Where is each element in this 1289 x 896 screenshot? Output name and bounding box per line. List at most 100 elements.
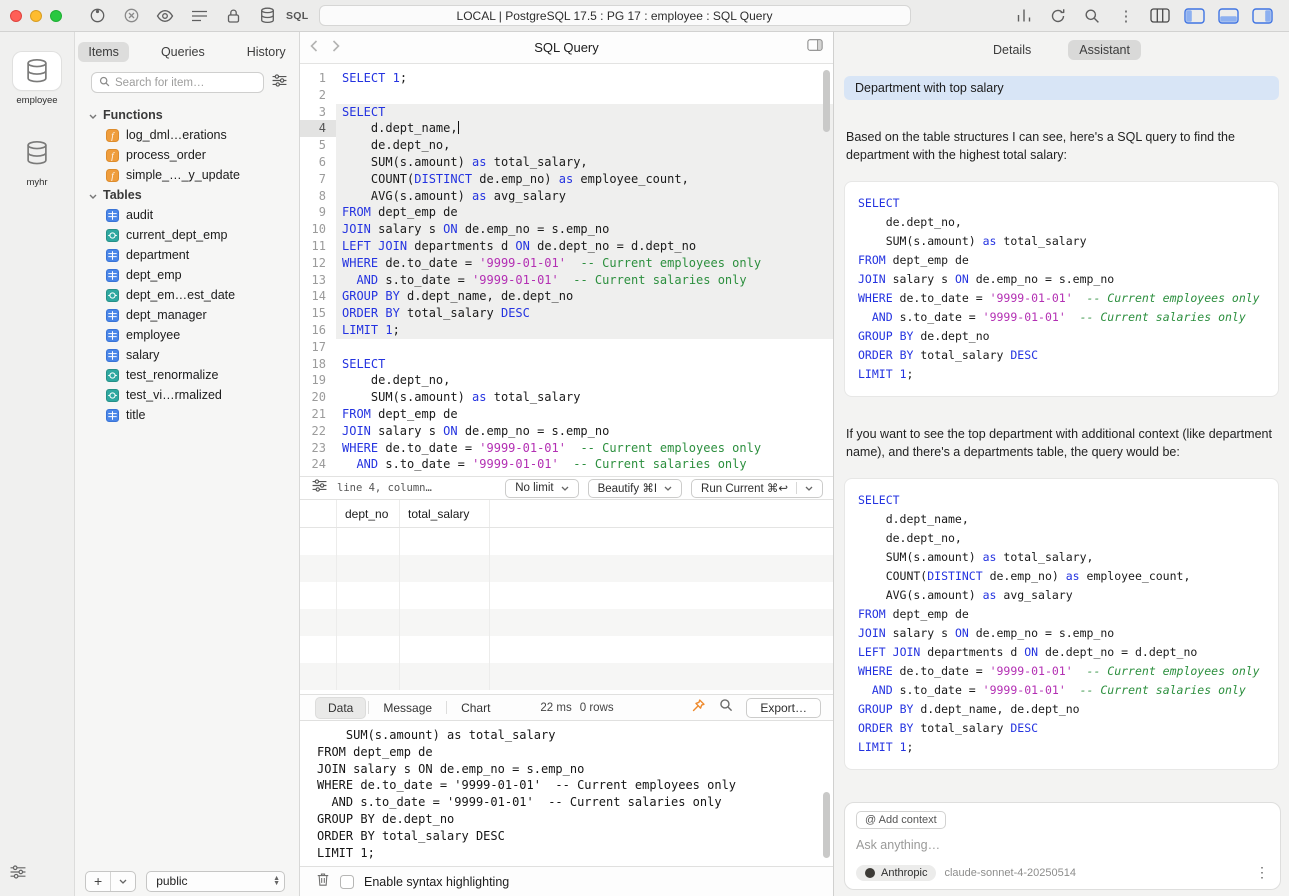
table-row[interactable] bbox=[300, 663, 833, 690]
statusbar-settings-icon[interactable] bbox=[312, 479, 327, 497]
panel-bottom-toggle-icon[interactable] bbox=[1211, 5, 1245, 27]
eye-icon[interactable] bbox=[148, 5, 182, 27]
code-line[interactable]: JOIN salary s ON de.emp_no = s.emp_no bbox=[336, 221, 833, 238]
panel-right-toggle-icon[interactable] bbox=[1245, 5, 1279, 27]
editor-code[interactable]: SELECT 1; SELECT d.dept_name, de.dept_no,… bbox=[336, 70, 833, 476]
code-line[interactable] bbox=[336, 339, 833, 356]
code-line[interactable]: de.dept_no, bbox=[336, 137, 833, 154]
editor-scrollbar[interactable] bbox=[823, 70, 830, 132]
tree-item-title[interactable]: title bbox=[75, 405, 299, 425]
code-line[interactable]: SUM(s.amount) as total_salary bbox=[336, 389, 833, 406]
more-icon[interactable]: ⋮ bbox=[1109, 5, 1143, 27]
enable-syntax-highlighting-checkbox[interactable] bbox=[340, 875, 354, 889]
search-field[interactable] bbox=[91, 72, 264, 93]
lock-icon[interactable] bbox=[216, 5, 250, 27]
code-line[interactable]: LIMIT 1; bbox=[336, 322, 833, 339]
tree-item-dept-manager[interactable]: dept_manager bbox=[75, 305, 299, 325]
code-line[interactable] bbox=[336, 87, 833, 104]
code-line[interactable]: SELECT bbox=[336, 356, 833, 373]
tree-item-test-vi-rmalized[interactable]: test_vi…rmalized bbox=[75, 385, 299, 405]
beautify-button[interactable]: Beautify ⌘I bbox=[588, 479, 682, 498]
table-row[interactable] bbox=[300, 582, 833, 609]
provider-select[interactable]: Anthropic bbox=[856, 865, 936, 881]
table-row[interactable] bbox=[300, 609, 833, 636]
limit-select[interactable]: No limit bbox=[505, 479, 578, 498]
code-line[interactable]: AND s.to_date = '9999-01-01' -- Current … bbox=[336, 456, 833, 473]
search-icon[interactable] bbox=[1075, 5, 1109, 27]
log-icon[interactable] bbox=[182, 5, 216, 27]
connection-status-icon[interactable] bbox=[80, 5, 114, 27]
database-icon[interactable] bbox=[250, 5, 284, 27]
tree-item-dept-em-est-date[interactable]: dept_em…est_date bbox=[75, 285, 299, 305]
column-header-dept-no[interactable]: dept_no bbox=[337, 500, 400, 527]
code-line[interactable]: GROUP BY d.dept_name, de.dept_no bbox=[336, 288, 833, 305]
table-row[interactable] bbox=[300, 528, 833, 555]
tree-item-salary[interactable]: salary bbox=[75, 345, 299, 365]
add-context-button[interactable]: @ Add context bbox=[856, 811, 946, 829]
message-scrollbar[interactable] bbox=[823, 792, 830, 858]
tree-item-audit[interactable]: audit bbox=[75, 205, 299, 225]
columns-layout-icon[interactable] bbox=[1143, 5, 1177, 27]
disconnect-icon[interactable] bbox=[114, 5, 148, 27]
split-panel-icon[interactable] bbox=[807, 38, 823, 57]
code-line[interactable]: SELECT bbox=[336, 104, 833, 121]
code-line[interactable]: JOIN salary s ON de.emp_no = s.emp_no bbox=[336, 423, 833, 440]
panel-left-toggle-icon[interactable] bbox=[1177, 5, 1211, 27]
zoom-button[interactable] bbox=[50, 10, 62, 22]
tree-item-department[interactable]: department bbox=[75, 245, 299, 265]
code-line[interactable]: FROM dept_emp de bbox=[336, 406, 833, 423]
search-results-icon[interactable] bbox=[719, 698, 733, 717]
schema-select[interactable]: public ▲▼ bbox=[146, 871, 285, 892]
forward-button[interactable] bbox=[332, 39, 340, 57]
tab-chart[interactable]: Chart bbox=[449, 698, 502, 718]
tree-section-tables[interactable]: Tables bbox=[75, 185, 299, 205]
tab-items[interactable]: Items bbox=[78, 42, 129, 62]
table-row[interactable] bbox=[300, 555, 833, 582]
code-line[interactable]: d.dept_name, bbox=[336, 120, 833, 137]
tab-assistant[interactable]: Assistant bbox=[1068, 40, 1141, 60]
code-line[interactable]: AVG(s.amount) as avg_salary bbox=[336, 188, 833, 205]
close-button[interactable] bbox=[10, 10, 22, 22]
run-current-button[interactable]: Run Current ⌘↩ bbox=[691, 479, 823, 498]
tree-item-employee[interactable]: employee bbox=[75, 325, 299, 345]
code-line[interactable]: FROM dept_emp de bbox=[336, 204, 833, 221]
tab-message[interactable]: Message bbox=[371, 698, 444, 718]
ask-input[interactable] bbox=[856, 838, 1269, 852]
tree-item-current-dept-emp[interactable]: current_dept_emp bbox=[75, 225, 299, 245]
code-line[interactable]: WHERE de.to_date = '9999-01-01' -- Curre… bbox=[336, 440, 833, 457]
tab-details[interactable]: Details bbox=[982, 40, 1042, 60]
tree-item-dept-emp[interactable]: dept_emp bbox=[75, 265, 299, 285]
message-panel[interactable]: SUM(s.amount) as total_salaryFROM dept_e… bbox=[300, 721, 833, 866]
export-button[interactable]: Export… bbox=[746, 698, 821, 718]
back-button[interactable] bbox=[310, 39, 318, 57]
pin-icon[interactable] bbox=[691, 698, 706, 718]
connection-employee[interactable]: employee bbox=[13, 52, 61, 106]
code-line[interactable]: de.dept_no, bbox=[336, 372, 833, 389]
rail-settings-icon[interactable] bbox=[10, 865, 26, 884]
assistant-conversation[interactable]: Department with top salary Based on the … bbox=[834, 68, 1289, 797]
add-item-button[interactable]: + bbox=[86, 872, 110, 891]
tree-section-functions[interactable]: Functions bbox=[75, 105, 299, 125]
connection-myhr[interactable]: myhr bbox=[13, 134, 61, 188]
code-line[interactable]: SELECT 1; bbox=[336, 70, 833, 87]
code-line[interactable]: COUNT(DISTINCT de.emp_no) as employee_co… bbox=[336, 171, 833, 188]
add-item-chevron[interactable] bbox=[110, 872, 135, 891]
tree-item-process-order[interactable]: fprocess_order bbox=[75, 145, 299, 165]
tab-history[interactable]: History bbox=[237, 42, 296, 62]
code-line[interactable]: WHERE de.to_date = '9999-01-01' -- Curre… bbox=[336, 255, 833, 272]
trash-icon[interactable] bbox=[316, 872, 330, 892]
sql-editor[interactable]: 123456789101112131415161718192021222324 … bbox=[300, 64, 833, 476]
chart-icon[interactable] bbox=[1007, 5, 1041, 27]
filter-icon[interactable] bbox=[272, 74, 287, 92]
refresh-icon[interactable] bbox=[1041, 5, 1075, 27]
tab-queries[interactable]: Queries bbox=[151, 42, 215, 62]
tab-data[interactable]: Data bbox=[315, 697, 366, 719]
code-line[interactable]: LEFT JOIN departments d ON de.dept_no = … bbox=[336, 238, 833, 255]
table-row[interactable] bbox=[300, 636, 833, 663]
search-input[interactable] bbox=[115, 77, 256, 89]
tree-item-test-renormalize[interactable]: test_renormalize bbox=[75, 365, 299, 385]
code-line[interactable]: AND s.to_date = '9999-01-01' -- Current … bbox=[336, 272, 833, 289]
composer-more-icon[interactable]: ⋮ bbox=[1255, 864, 1269, 881]
minimize-button[interactable] bbox=[30, 10, 42, 22]
code-line[interactable]: SUM(s.amount) as total_salary, bbox=[336, 154, 833, 171]
